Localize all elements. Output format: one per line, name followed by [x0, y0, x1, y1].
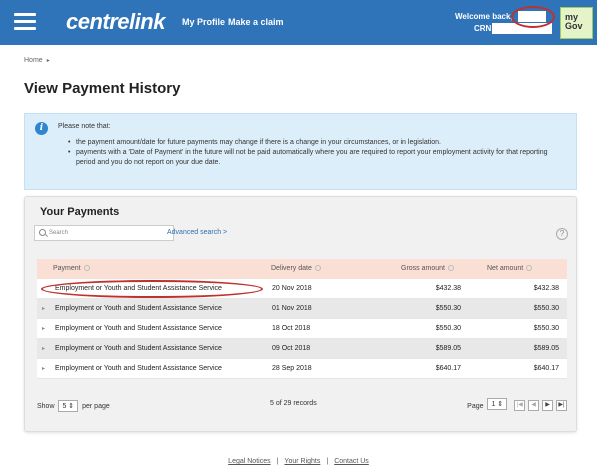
table-row[interactable]: ▸ Employment or Youth and Student Assist… [37, 359, 567, 379]
gross-amount: $640.17 [435, 365, 461, 372]
search-icon [39, 229, 46, 236]
next-page-button[interactable]: ▶ [542, 400, 554, 411]
delivery-date: 01 Nov 2018 [272, 305, 312, 312]
records-count: 5 of 29 records [270, 400, 317, 407]
menu-icon[interactable] [14, 13, 36, 31]
sort-icon[interactable] [447, 265, 454, 271]
centrelink-logo[interactable]: centrelink [66, 9, 165, 35]
info-icon: i [35, 122, 48, 135]
first-page-button[interactable]: |◀ [514, 400, 526, 411]
expand-icon[interactable]: ▸ [42, 305, 45, 312]
delivery-date: 28 Sep 2018 [272, 365, 312, 372]
breadcrumb-arrow-icon: ▸ [46, 58, 50, 64]
top-header: centrelink My Profile Make a claim Welco… [0, 0, 597, 45]
notice-list: the payment amount/date for future payme… [68, 138, 568, 168]
contact-us-link[interactable]: Contact Us [334, 458, 369, 465]
legal-notices-link[interactable]: Legal Notices [228, 458, 270, 465]
gross-amount: $550.30 [435, 305, 461, 312]
search-placeholder: Search [49, 230, 69, 236]
footer-separator: | [326, 458, 329, 465]
advanced-search-link[interactable]: Advanced search > [167, 229, 227, 236]
annotation-circle [511, 6, 555, 28]
search-input[interactable]: Search [34, 225, 174, 241]
annotation-circle [41, 280, 263, 298]
column-header-net-amount[interactable]: Net amount [487, 265, 533, 272]
page-label: Page [467, 403, 484, 410]
delivery-date: 09 Oct 2018 [272, 345, 311, 352]
delivery-date: 20 Nov 2018 [272, 285, 312, 292]
payments-table: Payment Delivery date Gross amount Net a… [37, 259, 567, 379]
crn-label: CRN [474, 24, 492, 33]
breadcrumb-home[interactable]: Home [24, 57, 43, 64]
table-row[interactable]: ▸ Employment or Youth and Student Assist… [37, 299, 567, 319]
net-amount: $550.30 [533, 325, 559, 332]
show-label: Show [37, 403, 55, 410]
table-row[interactable]: Employment or Youth and Student Assistan… [37, 279, 567, 299]
sort-icon[interactable] [526, 265, 533, 271]
per-page-label: per page [82, 403, 110, 410]
column-header-gross-amount[interactable]: Gross amount [401, 265, 454, 272]
column-header-delivery-date[interactable]: Delivery date [271, 265, 321, 272]
prev-page-button[interactable]: ◀ [528, 400, 540, 411]
gross-amount: $589.05 [435, 345, 461, 352]
welcome-text: Welcome back, [455, 12, 513, 21]
net-amount: $550.30 [533, 305, 559, 312]
net-amount: $432.38 [533, 285, 559, 292]
your-rights-link[interactable]: Your Rights [284, 458, 320, 465]
nav-make-a-claim[interactable]: Make a claim [228, 17, 284, 27]
help-icon[interactable]: ? [556, 228, 568, 240]
table-row[interactable]: ▸ Employment or Youth and Student Assist… [37, 319, 567, 339]
per-page-control: Show 5 ⇕ per page [37, 400, 110, 412]
notice-item: the payment amount/date for future payme… [68, 138, 568, 148]
payment-name: Employment or Youth and Student Assistan… [55, 345, 222, 352]
page-title: View Payment History [24, 80, 181, 97]
payment-name: Employment or Youth and Student Assistan… [55, 325, 222, 332]
last-page-button[interactable]: ▶| [556, 400, 567, 411]
page-select[interactable]: 1 ⇕ [487, 398, 508, 410]
mygov-logo[interactable]: my Gov [560, 7, 593, 39]
gross-amount: $550.30 [435, 325, 461, 332]
notice-title: Please note that: [58, 123, 111, 130]
expand-icon[interactable]: ▸ [42, 325, 45, 332]
payments-panel: Your Payments Search Advanced search > ?… [24, 196, 577, 432]
notice-item: payments with a 'Date of Payment' in the… [68, 148, 568, 168]
expand-icon[interactable]: ▸ [42, 365, 45, 372]
mygov-line2: Gov [565, 21, 583, 31]
per-page-select[interactable]: 5 ⇕ [58, 400, 79, 412]
net-amount: $589.05 [533, 345, 559, 352]
gross-amount: $432.38 [435, 285, 461, 292]
breadcrumb: Home ▸ [24, 57, 50, 64]
site-footer: Legal Notices | Your Rights | Contact Us [0, 458, 597, 465]
delivery-date: 18 Oct 2018 [272, 325, 311, 332]
sort-icon[interactable] [83, 265, 90, 271]
notice-box: i Please note that: the payment amount/d… [24, 113, 577, 190]
column-header-payment[interactable]: Payment [53, 265, 90, 272]
nav-my-profile[interactable]: My Profile [182, 17, 225, 27]
payment-name: Employment or Youth and Student Assistan… [55, 305, 222, 312]
payments-title: Your Payments [40, 206, 120, 218]
net-amount: $640.17 [533, 365, 559, 372]
payment-name: Employment or Youth and Student Assistan… [55, 365, 222, 372]
pagination: Page 1 ⇕ |◀ ◀ ▶ ▶| [467, 398, 567, 411]
sort-icon[interactable] [314, 265, 321, 271]
table-footer: Show 5 ⇕ per page 5 of 29 records Page 1… [37, 395, 567, 415]
expand-icon[interactable]: ▸ [42, 345, 45, 352]
footer-separator: | [276, 458, 279, 465]
table-row[interactable]: ▸ Employment or Youth and Student Assist… [37, 339, 567, 359]
table-header: Payment Delivery date Gross amount Net a… [37, 259, 567, 279]
